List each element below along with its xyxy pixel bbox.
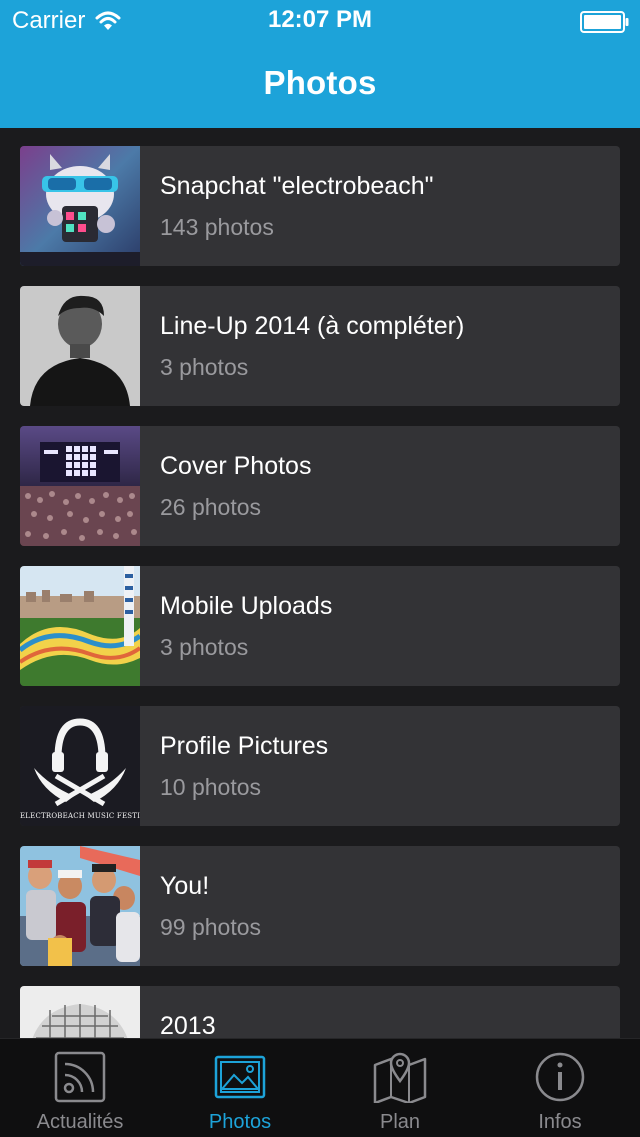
snapchat-thumbnail [20,146,140,266]
album-title: You! [160,872,210,900]
album-photo-count: 3 photos [160,634,249,660]
building-thumbnail [20,986,140,1038]
status-bar: Carrier 12:07 PM [0,0,640,40]
album-photo-count: 99 photos [160,914,262,940]
tab-infos[interactable]: Infos [480,1039,640,1137]
tab-bar: Actualités Photos Plan Infos [0,1038,640,1137]
tab-label: Plan [379,1111,421,1133]
album-photo-count: 26 photos [160,494,262,520]
group-photo-thumbnail [20,846,140,966]
festival-logo-text: ELECTROBEACH MUSIC FESTIVAL [20,812,140,820]
tab-plan[interactable]: Plan [320,1039,480,1137]
album-photo-count: 143 photos [160,214,274,240]
album-row[interactable]: ELECTROBEACH MUSIC FESTIVAL Profile Pict… [20,706,620,826]
map-icon [373,1051,427,1103]
tab-label: Infos [538,1111,582,1133]
photo-icon [214,1051,266,1099]
album-row[interactable]: You! 99 photos [20,846,620,966]
album-row[interactable]: 2013 [20,986,620,1038]
album-title: Line-Up 2014 (à compléter) [160,312,465,340]
status-time: 12:07 PM [267,6,373,33]
rss-icon [54,1051,106,1103]
album-photo-count: 10 photos [160,774,262,800]
festival-logo-thumbnail: ELECTROBEACH MUSIC FESTIVAL [20,706,140,826]
album-list[interactable]: Snapchat "electrobeach" 143 photos Line-… [0,128,640,1038]
tab-actualites[interactable]: Actualités [0,1039,160,1137]
album-title: Snapchat "electrobeach" [160,172,434,200]
album-row[interactable]: Snapchat "electrobeach" 143 photos [20,146,620,266]
album-title: Cover Photos [160,452,312,480]
navigation-header: Carrier 12:07 PM Photos [0,0,640,128]
info-icon [534,1051,586,1103]
tab-photos[interactable]: Photos [160,1039,320,1137]
album-title: Profile Pictures [160,732,329,760]
tab-label: Photos [208,1111,272,1133]
album-row[interactable]: Mobile Uploads 3 photos [20,566,620,686]
album-title: 2013 [160,1012,216,1038]
album-title: Mobile Uploads [160,592,333,620]
battery-icon [580,11,630,33]
concert-crowd-thumbnail [20,426,140,546]
page-title: Photos [263,64,377,101]
album-photo-count: 3 photos [160,354,249,380]
album-row[interactable]: Cover Photos 26 photos [20,426,620,546]
tab-label: Actualités [36,1111,124,1133]
park-mosaic-thumbnail [20,566,140,686]
album-row[interactable]: Line-Up 2014 (à compléter) 3 photos [20,286,620,406]
lineup-thumbnail [20,286,140,406]
